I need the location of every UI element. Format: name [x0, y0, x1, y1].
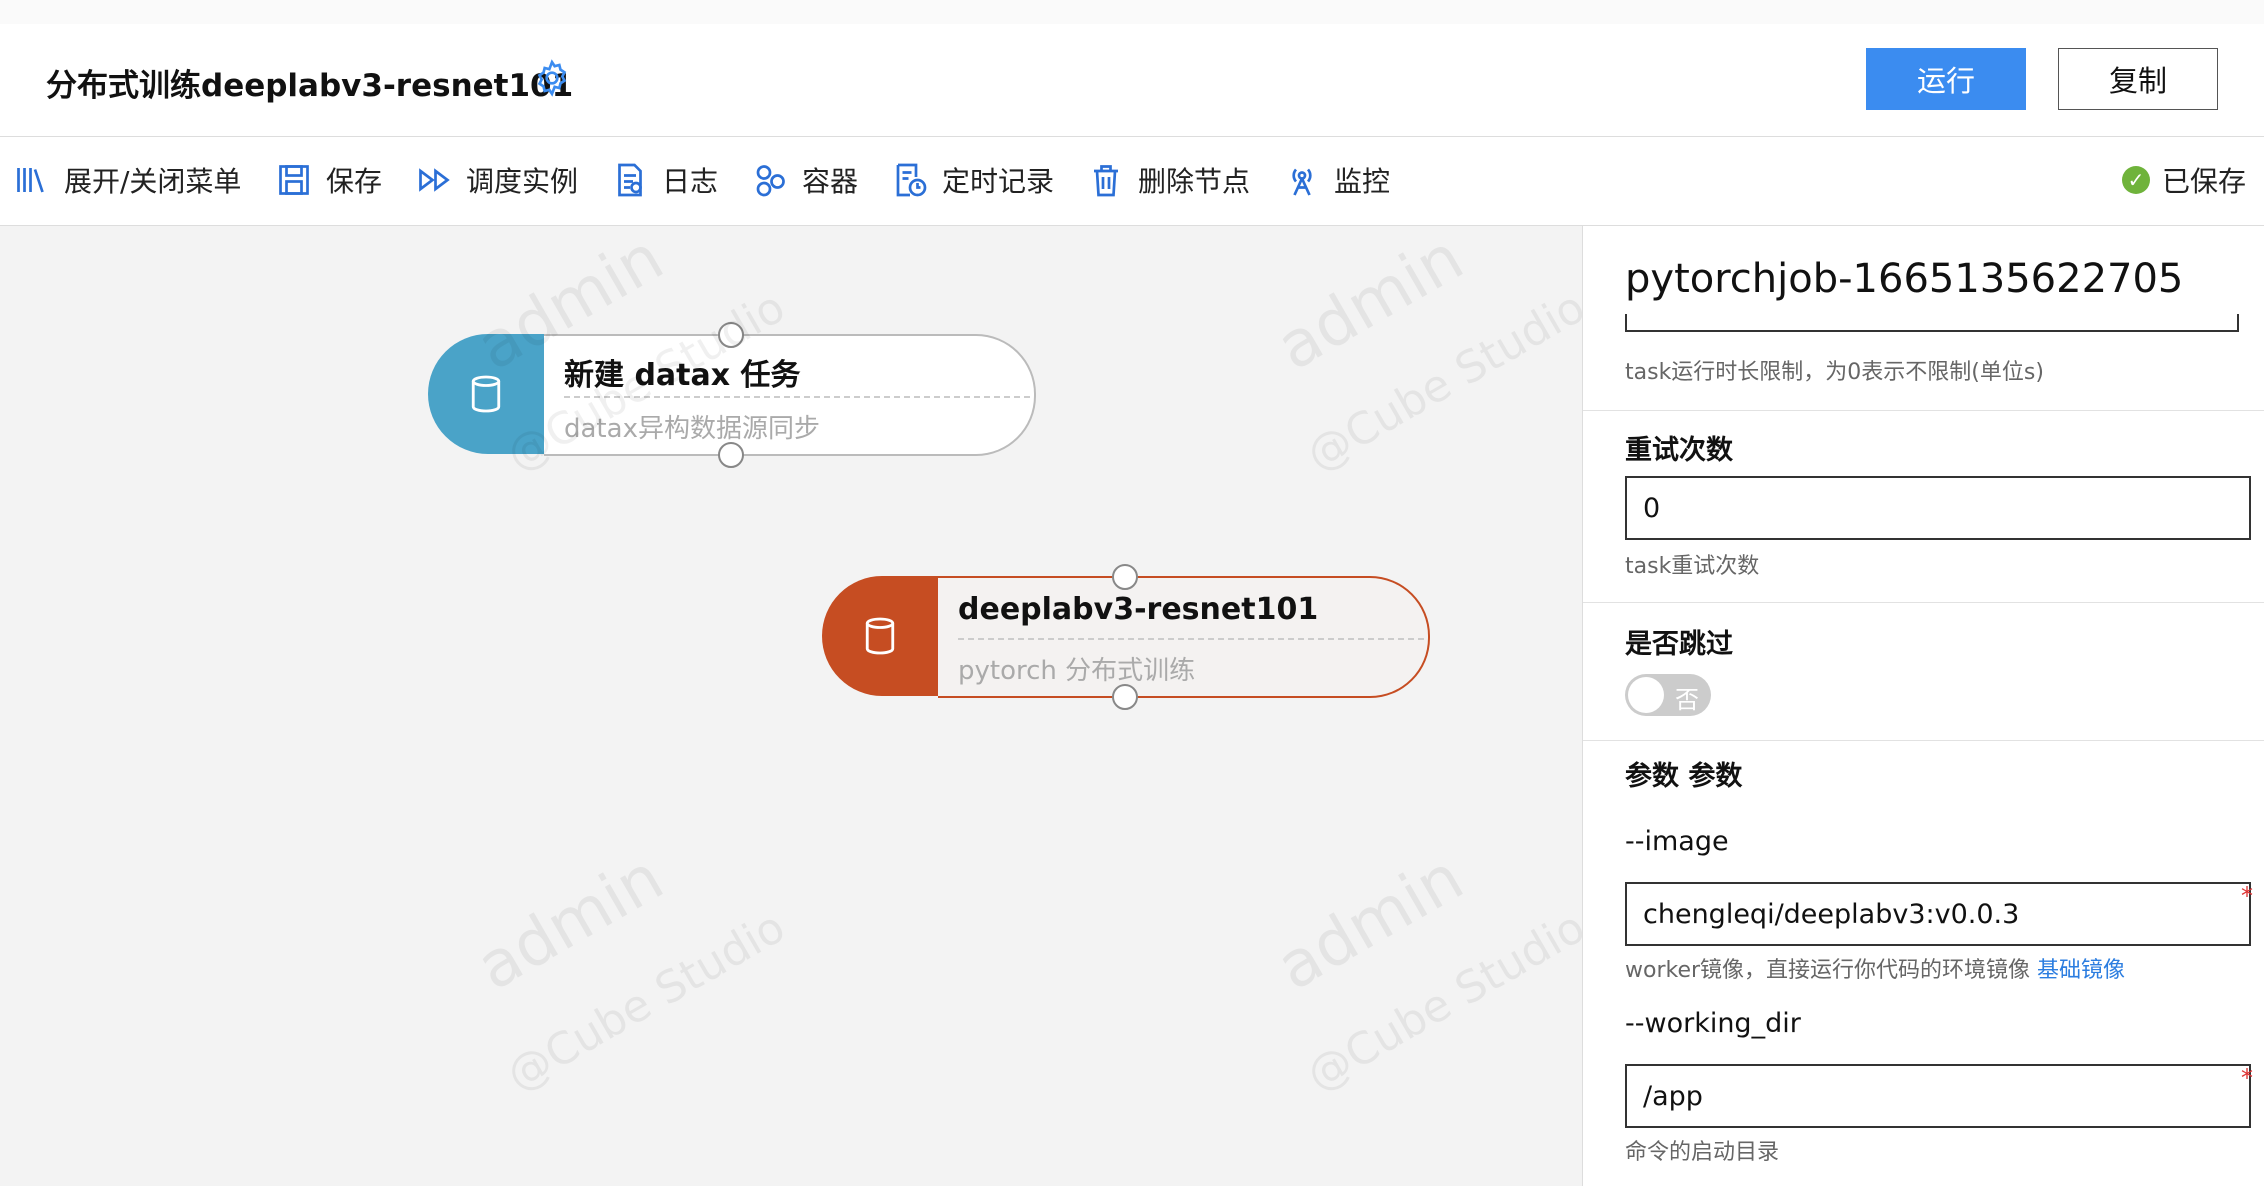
node-output-port[interactable] [1112, 684, 1138, 710]
run-button[interactable]: 运行 [1866, 48, 2026, 110]
database-icon [471, 375, 501, 413]
toolbar-label: 保存 [326, 165, 383, 198]
watermark: admin [1264, 840, 1476, 1006]
watermark: @Cube Studio [1298, 901, 1594, 1102]
copy-button[interactable]: 复制 [2058, 48, 2218, 110]
working-dir-hint: 命令的启动目录 [1625, 1140, 1780, 1165]
toggle-knob [1628, 677, 1664, 713]
node-divider [958, 638, 1424, 640]
toolbar-schedule-instance[interactable]: 调度实例 [416, 157, 578, 203]
divider [1583, 602, 2264, 603]
container-icon [756, 165, 785, 197]
required-mark: * [2241, 1064, 2253, 1092]
retry-label: 重试次数 [1625, 435, 1733, 466]
node-divider [564, 396, 1030, 398]
working-dir-label: --working_dir [1625, 1008, 1801, 1039]
node-input-port[interactable] [718, 322, 744, 348]
dag-node-deeplabv3[interactable]: deeplabv3-resnet101 pytorch 分布式训练 [822, 564, 1430, 710]
toolbar-log[interactable]: 日志 [612, 157, 718, 203]
divider [1583, 410, 2264, 411]
toolbar-label: 日志 [662, 165, 719, 198]
toolbar-toggle-menu[interactable]: 展开/关闭菜单 [14, 157, 241, 203]
database-icon [865, 617, 895, 655]
page-header: 分布式训练deeplabv3-resnet101 运行 复制 [0, 24, 2264, 137]
panel-title: pytorchjob-1665135622705 [1625, 256, 2184, 302]
toolbar-label: 展开/关闭菜单 [64, 165, 242, 198]
image-input[interactable]: chengleqi/deeplabv3:v0.0.3 [1625, 882, 2251, 946]
toolbar: 展开/关闭菜单 保存 调度实例 日志 容器 定时记录 删除节点 监控 ✓ 已保存 [0, 137, 2264, 226]
antenna-icon [1292, 168, 1312, 196]
dag-canvas[interactable]: 新建 datax 任务 datax异构数据源同步 deeplabv3-resne… [0, 221, 1594, 1186]
required-mark: * [2241, 882, 2253, 910]
node-body: 新建 datax 任务 datax异构数据源同步 [544, 334, 1036, 456]
node-cap [822, 576, 938, 696]
params-heading: 参数 参数 [1625, 761, 1743, 792]
base-image-link[interactable]: 基础镜像 [2037, 958, 2125, 983]
watermark: admin [464, 840, 676, 1006]
log-icon [618, 163, 642, 197]
image-label: --image [1625, 826, 1729, 857]
skip-label: 是否跳过 [1625, 629, 1733, 660]
timer-record-icon [896, 163, 927, 197]
timeout-hint: task运行时长限制，为0表示不限制(单位s) [1625, 360, 2044, 385]
node-subtitle: datax异构数据源同步 [564, 414, 820, 444]
node-input-port[interactable] [1112, 564, 1138, 590]
top-strip [0, 0, 2264, 25]
retry-input[interactable]: 0 [1625, 476, 2251, 540]
node-output-port[interactable] [718, 442, 744, 468]
check-circle-icon: ✓ [2121, 166, 2150, 194]
node-title: 新建 datax 任务 [564, 358, 801, 393]
retry-hint: task重试次数 [1625, 554, 1760, 579]
node-body: deeplabv3-resnet101 pytorch 分布式训练 [938, 576, 1430, 698]
node-properties-panel[interactable]: pytorchjob-1665135622705 task运行时长限制，为0表示… [1582, 226, 2264, 1186]
toolbar-save[interactable]: 保存 [276, 157, 382, 203]
dag-node-datax[interactable]: 新建 datax 任务 datax异构数据源同步 [428, 322, 1036, 468]
saved-status: ✓ 已保存 [2121, 157, 2246, 203]
forward-icon [419, 168, 450, 192]
toolbar-label: 调度实例 [466, 165, 579, 198]
save-icon [279, 165, 309, 195]
watermark: @Cube Studio [1298, 281, 1594, 482]
skip-toggle[interactable]: 否 [1625, 674, 1711, 716]
timeout-input-edge[interactable] [1625, 314, 2239, 332]
watermark: @Cube Studio [498, 901, 794, 1102]
page-title: 分布式训练deeplabv3-resnet101 [46, 68, 574, 104]
node-cap [428, 334, 544, 454]
menu-books-icon [17, 168, 44, 193]
divider [1583, 740, 2264, 741]
node-subtitle: pytorch 分布式训练 [958, 656, 1196, 686]
image-hint: worker镜像，直接运行你代码的环境镜像 基础镜像 [1625, 958, 2126, 983]
toolbar-label: 删除节点 [1138, 165, 1251, 198]
toolbar-monitor[interactable]: 监控 [1284, 157, 1390, 203]
toolbar-timer-record[interactable]: 定时记录 [892, 157, 1054, 203]
toolbar-label: 定时记录 [942, 165, 1055, 198]
toolbar-label: 容器 [802, 165, 859, 198]
trash-icon [1094, 165, 1118, 197]
toolbar-delete-node[interactable]: 删除节点 [1088, 157, 1250, 203]
toggle-label: 否 [1675, 686, 1699, 714]
node-title: deeplabv3-resnet101 [958, 592, 1319, 627]
saved-label: 已保存 [2161, 165, 2246, 198]
toolbar-label: 监控 [1334, 165, 1391, 198]
watermark: admin [1264, 220, 1476, 386]
toolbar-container[interactable]: 容器 [752, 157, 858, 203]
working-dir-input[interactable]: /app [1625, 1064, 2251, 1128]
gear-icon[interactable] [532, 58, 572, 98]
